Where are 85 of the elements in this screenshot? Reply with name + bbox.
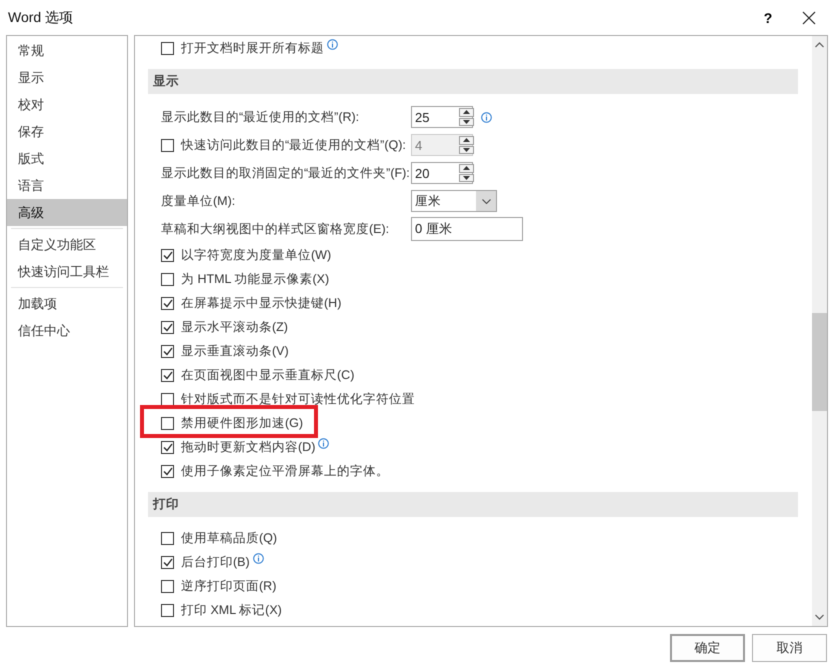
- checkbox[interactable]: [161, 320, 174, 334]
- option-label: 逆序打印页面(R): [181, 578, 276, 594]
- spin-down-button[interactable]: [459, 118, 474, 126]
- spin-up-button[interactable]: [459, 164, 474, 172]
- sidebar-item[interactable]: 校对: [7, 91, 127, 118]
- spin-down-button[interactable]: [459, 174, 474, 182]
- option-label: 显示此数目的“最近使用的文档”(R):: [161, 108, 360, 126]
- check-icon: [162, 466, 172, 476]
- option-label: 拖动时更新文档内容(D): [181, 438, 316, 456]
- close-button[interactable]: [802, 10, 816, 24]
- checkbox[interactable]: [161, 368, 174, 382]
- checkbox[interactable]: [161, 556, 174, 568]
- spin-up-button[interactable]: [459, 136, 474, 144]
- option-label: 后台打印(B): [181, 554, 250, 570]
- sidebar-item[interactable]: 版式: [7, 145, 127, 172]
- vertical-scrollbar[interactable]: [812, 36, 827, 626]
- spin-down-button[interactable]: [459, 146, 474, 154]
- dialog-button[interactable]: 确定: [670, 634, 745, 662]
- sidebar-item[interactable]: 语言: [7, 172, 127, 199]
- checkbox[interactable]: [161, 248, 174, 262]
- check-icon: [162, 298, 172, 308]
- checkbox[interactable]: [161, 344, 174, 358]
- checkbox[interactable]: [161, 580, 174, 592]
- section-header: 打印: [148, 492, 798, 517]
- window-title: Word 选项: [8, 8, 74, 26]
- option-label: 显示垂直滚动条(V): [181, 342, 289, 360]
- sidebar-item[interactable]: 快速访问工具栏: [7, 258, 127, 285]
- option-label: 打印 XML 标记(X): [181, 602, 282, 618]
- chevron-up-icon: [815, 42, 824, 48]
- unit-dropdown[interactable]: 厘米: [411, 190, 497, 212]
- checkbox[interactable]: [161, 392, 174, 406]
- option-label: 显示此数目的取消固定的“最近的文件夹”(F):: [161, 164, 411, 182]
- check-icon: [162, 370, 172, 380]
- sidebar-item[interactable]: 常规: [7, 37, 127, 64]
- option-label: 度量单位(M):: [161, 192, 236, 210]
- check-icon: [162, 250, 172, 260]
- sidebar-item[interactable]: 高级: [7, 199, 127, 226]
- checkbox[interactable]: [161, 42, 174, 54]
- option-label: 在屏幕提示中显示快捷键(H): [181, 294, 342, 312]
- close-icon: [802, 10, 816, 24]
- sidebar-item[interactable]: 显示: [7, 64, 127, 91]
- spin-up-button[interactable]: [459, 108, 474, 116]
- check-icon: [162, 322, 172, 332]
- section-header: 显示: [148, 69, 798, 94]
- chevron-down-icon: [815, 614, 824, 620]
- sidebar-item[interactable]: 保存: [7, 118, 127, 145]
- sidebar-item[interactable]: 信任中心: [7, 317, 127, 344]
- dialog-button[interactable]: 取消: [752, 634, 827, 662]
- checkbox[interactable]: [161, 440, 174, 454]
- number-spinner[interactable]: 20: [411, 162, 473, 184]
- checkbox[interactable]: [161, 272, 174, 286]
- number-field[interactable]: 20: [412, 163, 458, 183]
- down-triangle-icon: [463, 120, 470, 124]
- checkbox[interactable]: [161, 604, 174, 616]
- width-field[interactable]: 0 厘米: [411, 217, 523, 241]
- option-label: 使用子像素定位平滑屏幕上的字体。: [181, 462, 389, 480]
- checkbox[interactable]: [161, 416, 174, 430]
- option-label: 在页面视图中显示垂直标尺(C): [181, 366, 354, 384]
- option-label: 禁用硬件图形加速(G): [181, 414, 304, 432]
- checkbox[interactable]: [161, 296, 174, 310]
- option-label: 草稿和大纲视图中的样式区窗格宽度(E):: [161, 220, 390, 238]
- option-label: 快速访问此数目的“最近使用的文档”(Q):: [181, 136, 406, 154]
- option-label: 使用草稿品质(Q): [181, 530, 278, 546]
- number-field[interactable]: 25: [412, 107, 458, 127]
- check-icon: [162, 558, 172, 566]
- checkbox[interactable]: [161, 532, 174, 544]
- option-label: 为 HTML 功能显示像素(X): [181, 270, 330, 288]
- check-icon: [162, 346, 172, 356]
- option-label: 针对版式而不是针对可读性优化字符位置: [181, 390, 415, 408]
- number-spinner[interactable]: 25: [411, 106, 473, 128]
- up-triangle-icon: [463, 138, 470, 142]
- check-icon: [162, 442, 172, 452]
- option-label: 显示水平滚动条(Z): [181, 318, 288, 336]
- down-triangle-icon: [463, 148, 470, 152]
- up-triangle-icon: [463, 166, 470, 170]
- help-button[interactable]: ?: [758, 10, 778, 26]
- down-triangle-icon: [463, 176, 470, 180]
- option-label: 以字符宽度为度量单位(W): [181, 246, 332, 264]
- up-triangle-icon: [463, 110, 470, 114]
- scroll-thumb[interactable]: [812, 313, 827, 411]
- checkbox[interactable]: [161, 464, 174, 478]
- sidebar-item[interactable]: 自定义功能区: [7, 231, 127, 258]
- chevron-down-icon: [482, 198, 490, 204]
- sidebar-item[interactable]: 加载项: [7, 290, 127, 317]
- option-label: 打开文档时展开所有标题: [181, 40, 324, 56]
